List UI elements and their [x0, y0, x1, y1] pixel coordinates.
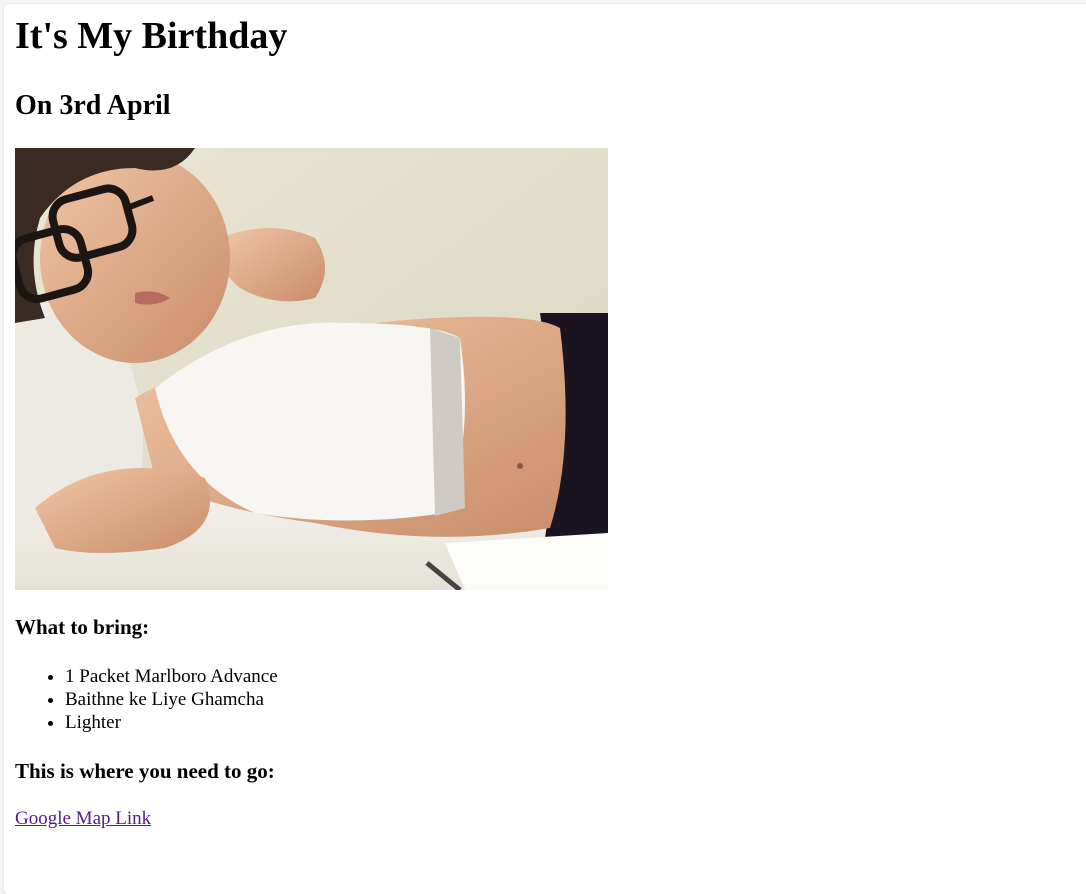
page-frame: It's My Birthday On 3rd April What to br…: [4, 4, 1086, 894]
list-item: Baithne ke Liye Ghamcha: [65, 688, 465, 711]
directions-heading: This is where you need to go:: [15, 759, 275, 783]
birthday-photo: [15, 148, 608, 590]
google-map-link[interactable]: Google Map Link: [15, 809, 151, 828]
list-item: Lighter: [65, 711, 465, 734]
bring-list: 1 Packet Marlboro Advance Baithne ke Liy…: [15, 665, 465, 734]
bring-heading: What to bring:: [15, 615, 150, 639]
list-item: 1 Packet Marlboro Advance: [65, 665, 465, 688]
page-title: It's My Birthday: [15, 15, 288, 57]
date-heading: On 3rd April: [15, 90, 171, 121]
